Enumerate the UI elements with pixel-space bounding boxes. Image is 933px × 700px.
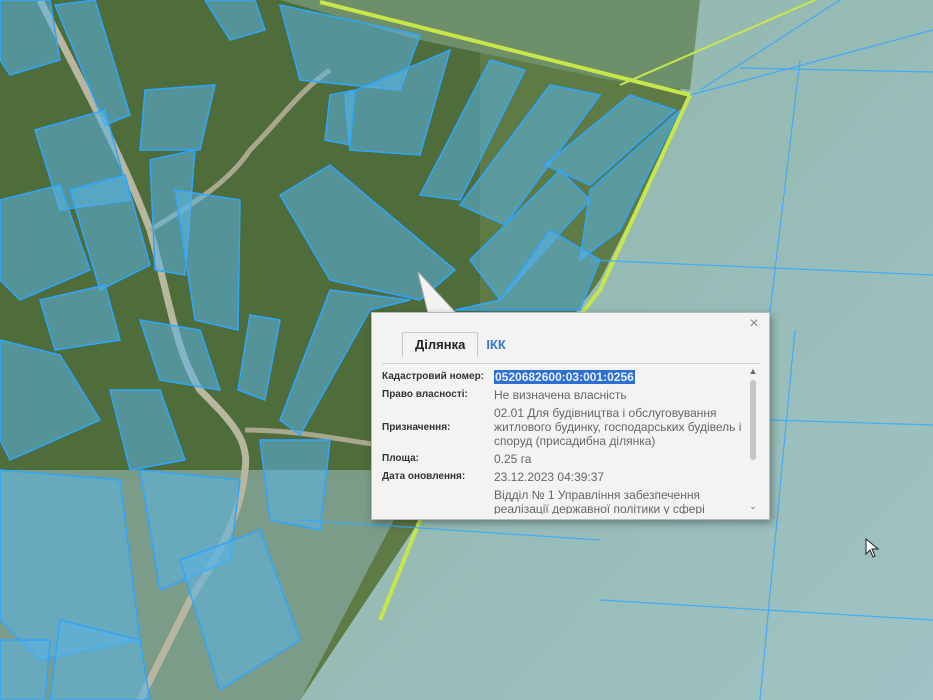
parcel[interactable] xyxy=(259,439,331,531)
scroll-up-icon[interactable]: ▲ xyxy=(748,366,758,376)
cadastral-number-label: Кадастровий номер: xyxy=(382,371,485,382)
close-icon[interactable]: × xyxy=(747,316,761,332)
field-row: Призначення: 02.01 Для будівництва і обс… xyxy=(382,404,760,448)
mouse-pointer-icon xyxy=(865,538,879,558)
purpose-label: Призначення: xyxy=(382,422,451,433)
tab-ikk[interactable]: ІКК xyxy=(478,333,517,357)
area-value: 0.25 га xyxy=(494,452,532,466)
field-row: Дата оновлення: 23.12.2023 04:39:37 xyxy=(382,468,760,484)
update-date-value: 23.12.2023 04:39:37 xyxy=(494,470,605,484)
area-label: Площа: xyxy=(382,453,419,464)
parcel-info-popup: × Ділянка ІКК Кадастровий номер: 0520682… xyxy=(371,312,770,520)
field-row: Площа: 0.25 га xyxy=(382,450,760,466)
registrar-value: Відділ № 1 Управління забезпечення реалі… xyxy=(494,488,705,514)
ownership-value: Не визначена власність xyxy=(494,388,627,402)
field-row: Відділ № 1 Управління забезпечення реалі… xyxy=(382,486,760,514)
details-scrollbar[interactable]: ▲ ⌄ xyxy=(748,366,758,512)
field-row: Кадастровий номер: 0520682600:03:001:025… xyxy=(382,368,760,384)
field-row: Право власності: Не визначена власність xyxy=(382,386,760,402)
scroll-thumb[interactable] xyxy=(750,380,756,460)
ownership-label: Право власності: xyxy=(382,389,468,400)
parcel-details: Кадастровий номер: 0520682600:03:001:025… xyxy=(382,363,760,514)
update-date-label: Дата оновлення: xyxy=(382,471,466,482)
parcel[interactable] xyxy=(0,639,51,700)
popup-pointer xyxy=(418,272,458,314)
cadastral-number-value[interactable]: 0520682600:03:001:0256 xyxy=(494,368,744,384)
tab-parcel[interactable]: Ділянка xyxy=(402,332,479,357)
purpose-value: 02.01 Для будівництва і обслуговування ж… xyxy=(494,406,742,448)
registrar-label xyxy=(382,486,494,514)
cadastral-number-selection[interactable]: 0520682600:03:001:0256 xyxy=(494,370,635,384)
parcel[interactable] xyxy=(324,89,356,146)
popup-tabs: Ділянка ІКК xyxy=(402,332,518,357)
scroll-down-icon[interactable]: ⌄ xyxy=(748,501,758,512)
